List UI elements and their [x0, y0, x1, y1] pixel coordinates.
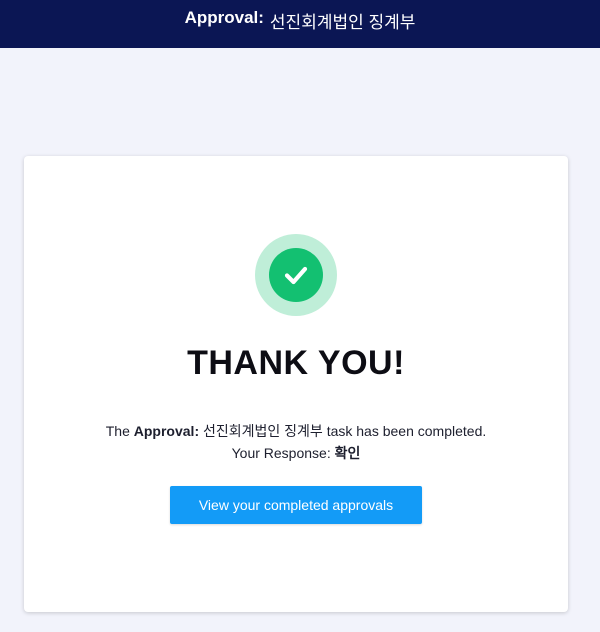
view-completed-approvals-button[interactable]: View your completed approvals: [170, 486, 422, 524]
thank-you-heading: THANK YOU!: [187, 344, 405, 382]
checkmark-icon: [284, 266, 308, 285]
completion-message: The Approval: 선진회계법인 징계부 task has been c…: [24, 420, 568, 464]
response-value: 확인: [334, 445, 361, 461]
confirmation-card: THANK YOU! The Approval: 선진회계법인 징계부 task…: [24, 156, 568, 612]
header-approval-prefix: Approval:: [184, 8, 264, 27]
header-approval-name: 선진회계법인 징계부: [269, 13, 416, 32]
message-lead: The: [105, 423, 130, 439]
response-label: Your Response:: [231, 445, 331, 461]
success-halo: [255, 234, 337, 316]
check-circle-icon: [269, 248, 323, 302]
completion-line: The Approval: 선진회계법인 징계부 task has been c…: [24, 420, 568, 442]
message-approval-label: Approval:: [133, 423, 200, 439]
response-line: Your Response: 확인: [24, 442, 568, 464]
top-header-bar: Approval: 선진회계법인 징계부: [0, 0, 600, 48]
message-approval-name: 선진회계법인 징계부: [203, 423, 323, 439]
message-tail: task has been completed.: [326, 423, 487, 439]
